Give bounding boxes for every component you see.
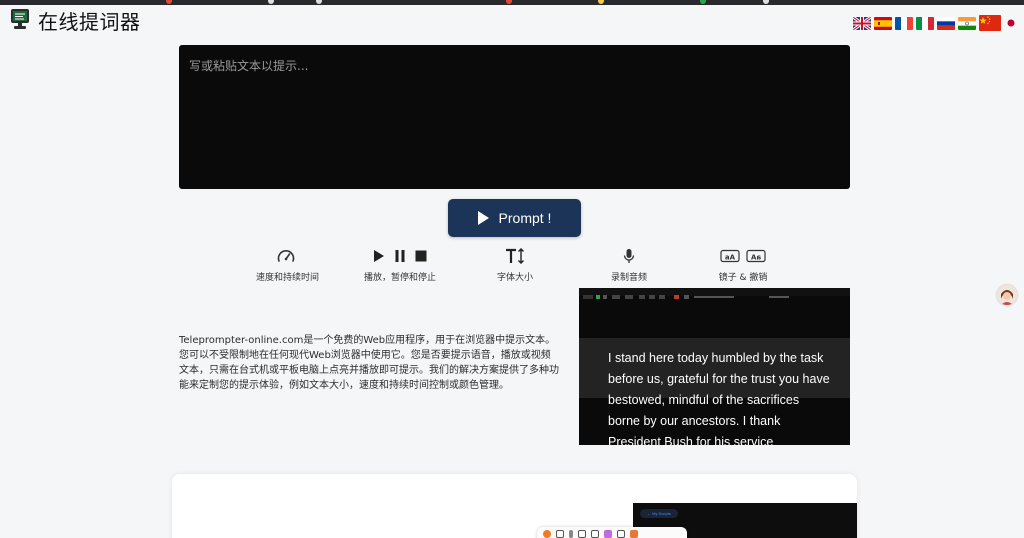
site-description: Teleprompter-online.com是一个免费的Web应用程序，用于在… — [179, 335, 559, 391]
tab-dot — [166, 0, 172, 4]
feature-label: 字体大小 — [497, 273, 534, 283]
prompt-button[interactable]: Prompt ! — [448, 199, 581, 237]
japan-flag-icon[interactable] — [1004, 16, 1018, 30]
preview-toolbar — [579, 288, 850, 299]
pause-icon — [395, 250, 405, 262]
feature-label: 速度和持续时间 — [256, 273, 320, 283]
font-size-icon — [506, 248, 524, 264]
user-avatar[interactable] — [997, 285, 1017, 305]
feature-playback: 播放，暂停和停止 — [364, 246, 436, 283]
france-flag-icon[interactable] — [895, 16, 913, 30]
teleprompter-logo-icon[interactable] — [10, 8, 30, 30]
app-icon[interactable] — [556, 530, 564, 538]
my-scripts-link[interactable]: ← My Scripts — [640, 509, 678, 518]
speedometer-icon — [277, 250, 295, 262]
teleprompter-preview: I stand here today humbled by the task b… — [579, 288, 850, 445]
tab-dot — [268, 0, 274, 4]
app-icon[interactable] — [543, 530, 551, 538]
prompt-text-input[interactable] — [179, 45, 850, 189]
feature-speed: 速度和持续时间 — [256, 246, 320, 283]
mirror-icon: aA aA — [720, 249, 766, 263]
china-flag-icon[interactable] — [979, 15, 1001, 31]
floating-taskbar — [537, 527, 687, 538]
app-icon[interactable] — [630, 530, 638, 538]
tab-dot — [506, 0, 512, 4]
site-header: 在线提词器 — [0, 5, 1024, 35]
feature-mirror: aA aA 镜子 & 撤销 — [717, 246, 769, 283]
app-icon[interactable] — [578, 530, 586, 538]
italy-flag-icon[interactable] — [916, 16, 934, 30]
tab-dot — [700, 0, 706, 4]
svg-text:aA: aA — [725, 254, 736, 262]
uk-flag-icon[interactable] — [853, 16, 871, 30]
feature-label: 录制音频 — [611, 273, 648, 283]
app-icon[interactable] — [617, 530, 625, 538]
app-icon[interactable] — [604, 530, 612, 538]
svg-text:aA: aA — [750, 254, 761, 262]
language-selector — [853, 12, 1018, 34]
play-icon — [477, 211, 489, 225]
spain-flag-icon[interactable] — [874, 16, 892, 30]
feature-label: 镜子 & 撤销 — [718, 273, 768, 283]
screenshot-card: ← My Scripts — [172, 474, 857, 538]
prompt-button-label: Prompt ! — [498, 210, 552, 226]
preview-prompt-text: I stand here today humbled by the task b… — [608, 351, 830, 445]
tab-dot — [598, 0, 604, 4]
stop-icon — [415, 250, 427, 262]
feature-label: 播放，暂停和停止 — [364, 273, 437, 283]
tab-dot — [316, 0, 322, 4]
feature-font-size: 字体大小 — [497, 246, 533, 283]
app-icon[interactable] — [591, 530, 599, 538]
avatar-face-icon — [997, 285, 1017, 305]
tab-dot — [763, 0, 769, 4]
site-title[interactable]: 在线提词器 — [38, 6, 141, 35]
feature-record-audio: 录制音频 — [611, 246, 647, 283]
play-icon — [374, 250, 384, 262]
microphone-icon — [623, 249, 635, 263]
india-flag-icon[interactable] — [958, 16, 976, 30]
app-icon[interactable] — [569, 530, 573, 538]
russia-flag-icon[interactable] — [937, 16, 955, 30]
